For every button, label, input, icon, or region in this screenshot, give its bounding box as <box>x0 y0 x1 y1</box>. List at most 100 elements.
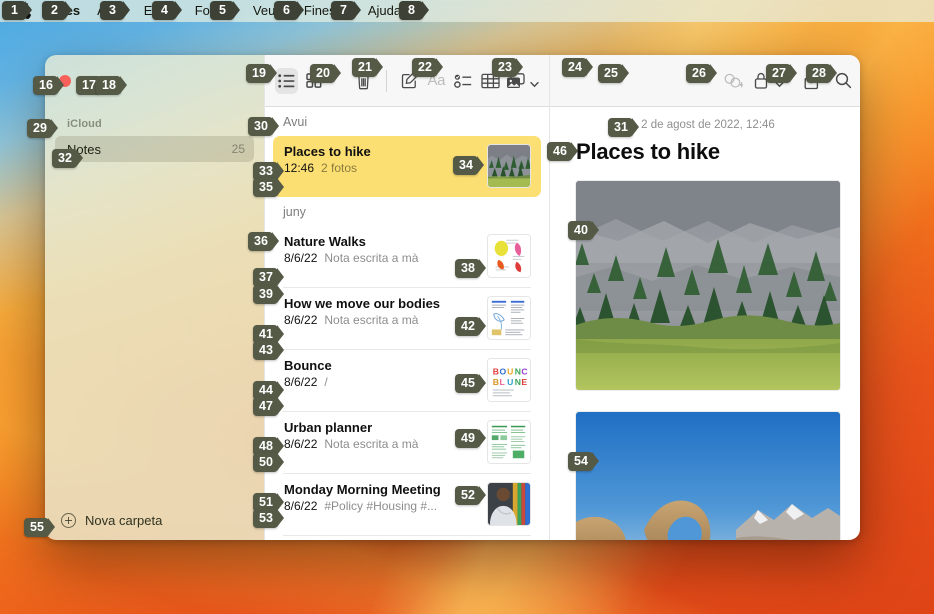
note-list-item[interactable]: Urban planner 8/6/22 Nota escrita a mà <box>273 412 541 473</box>
callout-badge-54: 54 <box>568 452 599 471</box>
callout-badge-39: 39 <box>253 285 284 304</box>
svg-text:L: L <box>499 377 504 387</box>
notes-list-column: Aa Avui Places to hike 12:46 2 fotos jun… <box>264 55 549 540</box>
checklist-button[interactable] <box>452 68 475 94</box>
note-list-divider <box>283 535 531 536</box>
note-list-item[interactable]: Nature Walks 8/6/22 Nota escrita a mà <box>273 226 541 287</box>
note-item-text: Bounce 8/6/22 / <box>284 358 479 389</box>
svg-text:U: U <box>507 366 513 376</box>
callout-badge-42: 42 <box>455 317 486 336</box>
note-item-meta: 8/6/22 Nota escrita a mà <box>284 313 479 327</box>
note-item-title: Nature Walks <box>284 234 366 249</box>
callout-badge-21: 21 <box>352 58 383 77</box>
note-item-thumbnail <box>487 296 531 340</box>
note-photo-desert-arch[interactable] <box>576 412 840 540</box>
callout-badge-36: 36 <box>248 232 279 251</box>
callout-badge-55: 55 <box>24 518 55 537</box>
callout-badge-29: 29 <box>27 119 58 138</box>
new-folder-button[interactable]: Nova carpeta <box>45 500 264 540</box>
note-item-meta: 8/6/22 Nota escrita a mà <box>284 251 479 265</box>
svg-text:N: N <box>515 377 521 387</box>
note-list-item[interactable]: Bounce 8/6/22 / BO UN C BL UN E <box>273 350 541 411</box>
note-item-thumbnail <box>487 144 531 188</box>
svg-text:U: U <box>507 377 513 387</box>
note-list-item[interactable]: Places to hike 12:46 2 fotos <box>273 136 541 197</box>
list-view-button[interactable] <box>275 67 299 94</box>
callout-badge-32: 32 <box>52 149 83 168</box>
callout-badge-23: 23 <box>492 58 523 77</box>
callout-badge-52: 52 <box>455 486 486 505</box>
note-item-subtitle: / <box>324 375 328 389</box>
note-item-text: Nature Walks 8/6/22 Nota escrita a mà <box>284 234 479 265</box>
callout-badge-1: 1 <box>2 1 32 20</box>
callout-badge-3: 3 <box>100 1 130 20</box>
callout-badge-38: 38 <box>455 259 486 278</box>
callout-badge-35: 35 <box>253 178 284 197</box>
note-item-text: Monday Morning Meeting 8/6/22 #Policy #Hou… <box>284 482 479 513</box>
toolbar-divider <box>385 69 387 92</box>
note-photo-mountain[interactable] <box>576 181 840 390</box>
note-item-date: 12:46 <box>284 161 315 175</box>
sidebar-item-count: 25 <box>231 142 245 156</box>
note-item-date: 8/6/22 <box>284 499 318 513</box>
callout-badge-26: 26 <box>686 64 717 83</box>
media-chevron-down-icon[interactable] <box>530 76 539 88</box>
note-item-text: How we move our bodies 8/6/22 Nota escrita… <box>284 296 479 327</box>
callout-badge-22: 22 <box>412 58 443 77</box>
note-item-date: 8/6/22 <box>284 437 318 451</box>
note-item-meta: 8/6/22 / <box>284 375 479 389</box>
note-item-thumbnail <box>487 420 531 464</box>
collaborate-button[interactable] <box>718 68 748 94</box>
note-item-thumbnail: BO UN C BL UN E <box>487 358 531 402</box>
callout-badge-43: 43 <box>253 341 284 360</box>
sidebar-item-notes[interactable]: Notes 25 <box>55 136 254 162</box>
note-item-text: Urban planner 8/6/22 Nota escrita a mà <box>284 420 479 451</box>
callout-badge-25: 25 <box>598 64 629 83</box>
callout-badge-46: 46 <box>547 142 578 161</box>
callout-badge-7: 7 <box>331 1 361 20</box>
svg-text:N: N <box>515 366 521 376</box>
callout-badge-18: 18 <box>96 76 127 95</box>
note-detail-body[interactable]: 2 de agost de 2022, 12:46 Places to hike <box>550 107 860 540</box>
note-item-subtitle: Nota escrita a mà <box>324 313 419 327</box>
menu-bar: NotesArxiuEditarFormatVeureFinestraAjuda <box>0 0 934 22</box>
callout-badge-4: 4 <box>152 1 182 20</box>
callout-badge-24: 24 <box>562 58 593 77</box>
callout-badge-40: 40 <box>568 221 599 240</box>
plus-circle-icon <box>61 512 76 528</box>
note-item-date: 8/6/22 <box>284 313 318 327</box>
callout-badge-5: 5 <box>210 1 240 20</box>
notes-app-window: iCloud Notes 25 Nova carpeta Aa Avui Pla… <box>45 55 860 540</box>
callout-badge-53: 53 <box>253 509 284 528</box>
note-item-title: Urban planner <box>284 420 373 435</box>
note-list-item[interactable]: Monday Morning Meeting 8/6/22 #Policy #Hou… <box>273 474 541 535</box>
notes-group-title: Avui <box>283 115 308 129</box>
note-item-title: Places to hike <box>284 144 371 159</box>
note-item-meta: 8/6/22 #Policy #Housing #... <box>284 499 479 513</box>
note-item-title: How we move our bodies <box>284 296 441 311</box>
note-item-text: Places to hike 12:46 2 fotos <box>284 144 479 175</box>
callout-badge-19: 19 <box>246 64 277 83</box>
note-item-subtitle: Nota escrita a mà <box>324 251 419 265</box>
desktop-screen: NotesArxiuEditarFormatVeureFinestraAjuda… <box>0 0 934 614</box>
note-title: Places to hike <box>576 139 720 164</box>
notes-list-scroll-area: Avui Places to hike 12:46 2 fotos juny Natur… <box>265 107 549 540</box>
note-item-title: Monday Morning Meeting <box>284 482 441 497</box>
callout-badge-50: 50 <box>253 453 284 472</box>
note-item-subtitle: 2 fotos <box>321 161 358 175</box>
sidebar-item-label: Notes <box>67 141 101 157</box>
callout-badge-49: 49 <box>455 429 486 448</box>
note-item-date: 8/6/22 <box>284 375 318 389</box>
note-item-subtitle: Nota escrita a mà <box>324 437 419 451</box>
callout-badge-6: 6 <box>274 1 304 20</box>
svg-text:E: E <box>521 377 527 387</box>
callout-badge-47: 47 <box>253 397 284 416</box>
callout-badge-30: 30 <box>248 117 279 136</box>
note-item-meta: 8/6/22 Nota escrita a mà <box>284 437 479 451</box>
note-item-subtitle: #Policy #Housing #... <box>324 499 438 513</box>
new-folder-label: Nova carpeta <box>85 512 163 528</box>
note-item-date: 8/6/22 <box>284 251 318 265</box>
svg-text:C: C <box>521 366 527 376</box>
note-list-item[interactable]: How we move our bodies 8/6/22 Nota escrita… <box>273 288 541 349</box>
svg-text:O: O <box>499 366 506 376</box>
